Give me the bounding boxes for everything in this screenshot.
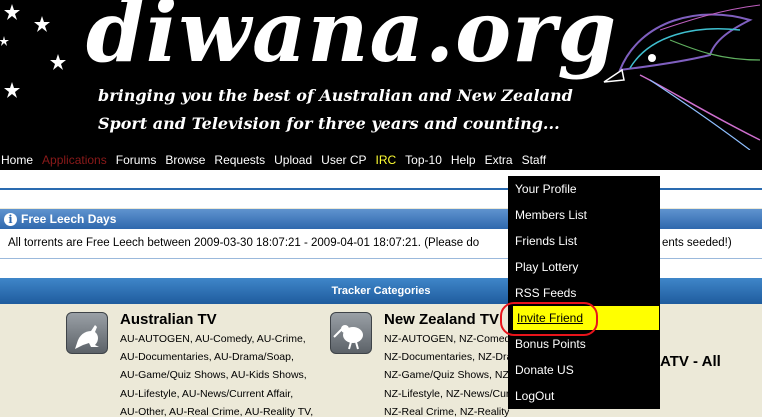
australian-tv-title[interactable]: Australian TV [120,311,217,328]
menu-item-donate-us[interactable]: Donate US [508,357,660,383]
nav-browse[interactable]: Browse [165,153,205,167]
new-zealand-tv-title[interactable]: New Zealand TV [384,311,499,328]
site-banner: diwana.org bringing you the best of Aust… [0,0,762,150]
category-line[interactable]: NZ-AUTOGEN, NZ-Comedy, [384,330,509,348]
stars-decoration [0,4,66,98]
free-leech-text-tail: ents seeded!) [662,237,732,249]
menu-item-logout[interactable]: LogOut [508,383,660,409]
free-leech-text: All torrents are Free Leech between 2009… [8,237,480,249]
fta-tv-title[interactable]: ATV - All [660,353,721,370]
nav-extra[interactable]: Extra [485,153,513,167]
tracker-categories-title: Tracker Categories [331,285,431,297]
category-line[interactable]: AU-AUTOGEN, AU-Comedy, AU-Crime, [120,330,313,348]
australian-tv-categories: AU-AUTOGEN, AU-Comedy, AU-Crime, AU-Docu… [120,330,313,417]
menu-item-play-lottery[interactable]: Play Lottery [508,254,660,280]
nav-top-10[interactable]: Top-10 [405,153,442,167]
new-zealand-tv-categories: NZ-AUTOGEN, NZ-Comedy, NZ-Documentaries,… [384,330,509,417]
menu-item-rss-feeds[interactable]: RSS Feeds [508,280,660,306]
menu-item-your-profile[interactable]: Your Profile [508,176,660,202]
category-line[interactable]: NZ-Game/Quiz Shows, NZ-Kids, [384,366,509,384]
tagline-line-2: Sport and Television for three years and… [98,114,560,133]
extra-dropdown-menu: Your Profile Members List Friends List P… [508,176,660,409]
category-line[interactable]: NZ-Documentaries, NZ-Drama/Soap, [384,348,509,366]
category-line[interactable]: AU-Lifestyle, AU-News/Current Affair, [120,385,313,403]
category-line[interactable]: AU-Game/Quiz Shows, AU-Kids Shows, [120,366,313,384]
nav-home[interactable]: Home [1,153,33,167]
category-line[interactable]: NZ-Lifestyle, NZ-News/Current Affair, [384,385,509,403]
site-logo[interactable]: diwana.org [86,0,617,81]
nav-forums[interactable]: Forums [116,153,157,167]
category-line[interactable]: NZ-Real Crime, NZ-Reality TV, [384,403,509,417]
eagle-graphic [603,4,761,150]
nav-irc[interactable]: IRC [376,153,397,167]
nav-upload[interactable]: Upload [274,153,312,167]
menu-item-invite-friend[interactable]: Invite Friend [513,306,659,330]
nav-help[interactable]: Help [451,153,476,167]
nav-user-cp[interactable]: User CP [321,153,366,167]
free-leech-title: Free Leech Days [21,212,117,226]
category-line[interactable]: AU-Other, AU-Real Crime, AU-Reality TV, [120,403,313,417]
menu-item-members-list[interactable]: Members List [508,202,660,228]
kangaroo-icon[interactable] [66,312,108,354]
nav-staff[interactable]: Staff [522,153,546,167]
nav-requests[interactable]: Requests [214,153,265,167]
nav-applications[interactable]: Applications [42,153,107,167]
category-line[interactable]: AU-Documentaries, AU-Drama/Soap, [120,348,313,366]
info-icon: i [4,212,17,226]
tagline-line-1: bringing you the best of Australian and … [98,86,573,105]
menu-item-bonus-points[interactable]: Bonus Points [508,331,660,357]
menu-item-friends-list[interactable]: Friends List [508,228,660,254]
kiwi-bird-icon[interactable] [330,312,372,354]
main-nav: Home Applications Forums Browse Requests… [0,150,762,170]
